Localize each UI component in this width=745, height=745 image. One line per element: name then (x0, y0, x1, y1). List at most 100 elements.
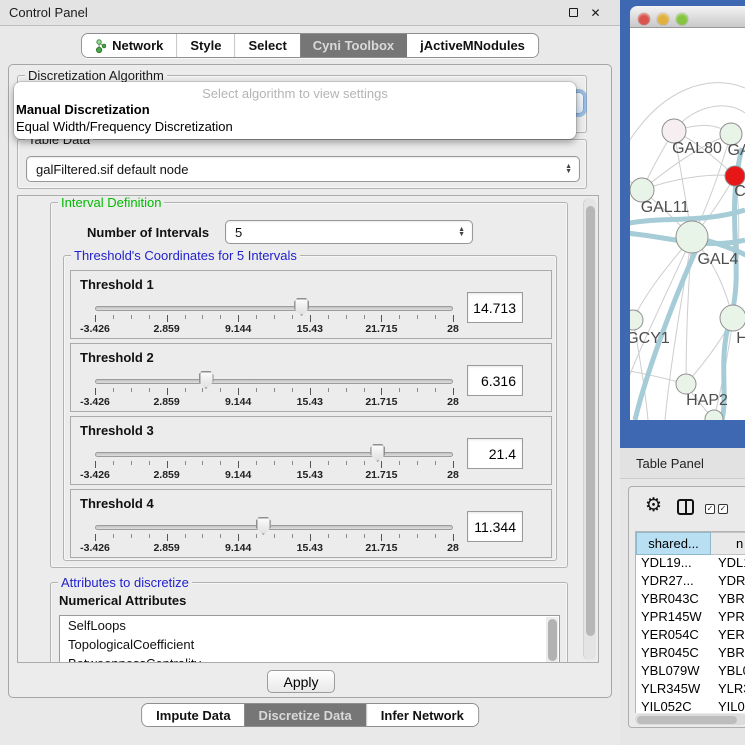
threshold-3-slider-thumb[interactable] (370, 444, 385, 462)
attribute-list-item[interactable]: BetweennessCentrality (60, 654, 559, 663)
tab-network[interactable]: Network (82, 34, 176, 57)
network-node[interactable] (705, 410, 723, 420)
table-row[interactable]: YBR043CYBR0 (636, 591, 745, 609)
network-canvas[interactable]: GAL80GACGAL11GAL4GCY1HHAP2 (630, 28, 745, 420)
cell-name[interactable]: YBR0 (711, 591, 745, 609)
network-node-gcy1[interactable] (630, 310, 643, 330)
settings-vertical-scrollbar[interactable] (583, 198, 596, 660)
cell-name[interactable]: YDR2 (711, 573, 745, 591)
settings-scrollbar-thumb[interactable] (586, 206, 595, 636)
apply-button[interactable]: Apply (267, 670, 335, 693)
tab-discretize-data-label: Discretize Data (259, 708, 352, 723)
attributes-scrollbar[interactable] (546, 617, 558, 663)
numerical-attributes-label: Numerical Attributes (59, 593, 186, 608)
threshold-2-slider-track[interactable] (95, 379, 453, 384)
cell-shared-name[interactable]: YBR045C (636, 645, 711, 663)
cyni-toolbox-panel: Discretization Algorithm Table Data galF… (8, 64, 612, 698)
tab-select[interactable]: Select (234, 34, 299, 57)
network-node-gal4[interactable] (676, 221, 708, 253)
tab-cyni-toolbox-label: Cyni Toolbox (313, 38, 394, 53)
threshold-2-label: Threshold 2 (80, 350, 154, 365)
gear-icon[interactable]: ⚙ (645, 495, 662, 517)
tab-style[interactable]: Style (176, 34, 234, 57)
cell-shared-name[interactable]: YBR043C (636, 591, 711, 609)
minimize-traffic-light[interactable] (657, 13, 669, 25)
slider-ticks (95, 315, 453, 323)
network-node-hap2[interactable] (676, 374, 696, 394)
zoom-traffic-light[interactable] (676, 13, 688, 25)
cell-shared-name[interactable]: YER054C (636, 627, 711, 645)
table-header-row: shared... n (636, 532, 745, 555)
network-edge[interactable] (642, 175, 735, 190)
cell-name[interactable]: YER0 (711, 627, 745, 645)
tab-discretize-data[interactable]: Discretize Data (245, 704, 366, 726)
threshold-1-slider-thumb[interactable] (294, 298, 309, 316)
algorithm-option-manual[interactable]: Manual Discretization (14, 101, 576, 118)
cell-name[interactable]: YPR1 (711, 609, 745, 627)
threshold-3-slider-track[interactable] (95, 452, 453, 457)
tab-cyni-toolbox[interactable]: Cyni Toolbox (300, 34, 407, 57)
slider-tick-labels: -3.4262.8599.14415.4321.71528 (95, 323, 453, 335)
checkbox-icon[interactable]: ✓ (718, 504, 728, 514)
cell-shared-name[interactable]: YBL079W (636, 663, 711, 681)
attributes-scrollbar-thumb[interactable] (548, 619, 557, 661)
column-header-name[interactable]: n (711, 532, 745, 555)
close-icon[interactable]: ✕ (589, 7, 602, 20)
numerical-attributes-list[interactable]: SelfLoopsTopologicalCoefficientBetweenne… (59, 615, 560, 663)
float-window-icon[interactable] (567, 7, 580, 20)
column-header-shared-name[interactable]: shared... (636, 532, 711, 555)
table-horizontal-scrollbar[interactable] (635, 714, 745, 725)
close-traffic-light[interactable] (638, 13, 650, 25)
cell-name[interactable]: YLR3 (711, 681, 745, 699)
threshold-1-slider-track[interactable] (95, 306, 453, 311)
number-of-intervals-combobox[interactable]: 5 ▲▼ (225, 220, 473, 244)
tab-infer-network[interactable]: Infer Network (366, 704, 478, 726)
table-panel-body: ⚙ ✓ ✓ shared... n YDL19...YDL1YDR27...YD… (628, 486, 745, 728)
table-row[interactable]: YIL052CYIL0 (636, 699, 745, 713)
cell-name[interactable]: YDL1 (711, 555, 745, 573)
node-label: HAP2 (686, 392, 728, 409)
table-row[interactable]: YDL19...YDL1 (636, 555, 745, 573)
table-toolbar: ⚙ ✓ ✓ (629, 487, 745, 529)
threshold-4-slider-track[interactable] (95, 525, 453, 530)
cell-name[interactable]: YBR0 (711, 645, 745, 663)
threshold-2-slider-thumb[interactable] (199, 371, 214, 389)
attribute-list-item[interactable]: TopologicalCoefficient (60, 635, 559, 654)
top-tab-bar: Network Style Select Cyni Toolbox jActiv… (81, 33, 539, 58)
cell-shared-name[interactable]: YLR345W (636, 681, 711, 699)
cell-name[interactable]: YIL0 (711, 699, 745, 713)
tab-jactivemnodules[interactable]: jActiveMNodules (407, 34, 538, 57)
table-row[interactable]: YDR27...YDR2 (636, 573, 745, 591)
threshold-4-value-field[interactable]: 11.344 (467, 511, 523, 542)
columns-icon[interactable] (677, 499, 694, 515)
attribute-list-item[interactable]: SelfLoops (60, 616, 559, 635)
float-square (569, 8, 578, 17)
table-row[interactable]: YLR345WYLR3 (636, 681, 745, 699)
table-row[interactable]: YBR045CYBR0 (636, 645, 745, 663)
checkbox-icon[interactable]: ✓ (705, 504, 715, 514)
table-hscrollbar-thumb[interactable] (637, 716, 737, 724)
slider-tick-labels: -3.4262.8599.14415.4321.71528 (95, 469, 453, 481)
cell-shared-name[interactable]: YDR27... (636, 573, 711, 591)
threshold-2-value-field[interactable]: 6.316 (467, 365, 523, 396)
cell-name[interactable]: YBL0 (711, 663, 745, 681)
table-row[interactable]: YPR145WYPR1 (636, 609, 745, 627)
threshold-4-slider-thumb[interactable] (256, 517, 271, 535)
cell-shared-name[interactable]: YDL19... (636, 555, 711, 573)
algorithm-option-equal-width[interactable]: Equal Width/Frequency Discretization (14, 118, 576, 135)
control-panel: Control Panel ✕ Network Style Select Cyn… (0, 0, 620, 745)
cell-shared-name[interactable]: YPR145W (636, 609, 711, 627)
table-row[interactable]: YBL079WYBL0 (636, 663, 745, 681)
threshold-3-value-field[interactable]: 21.4 (467, 438, 523, 469)
tab-impute-data[interactable]: Impute Data (142, 704, 244, 726)
algorithm-dropdown-popup: Select algorithm to view settings Manual… (14, 82, 576, 139)
node-label: GCY1 (630, 330, 670, 347)
network-node-h[interactable] (720, 305, 745, 331)
network-window-titlebar[interactable] (630, 6, 745, 28)
tab-network-label: Network (112, 38, 163, 53)
threshold-1-value-field[interactable]: 14.713 (467, 292, 523, 323)
table-data-combobox[interactable]: galFiltered.sif default node ▲▼ (26, 156, 580, 182)
cell-shared-name[interactable]: YIL052C (636, 699, 711, 713)
table-row[interactable]: YER054CYER0 (636, 627, 745, 645)
tab-impute-data-label: Impute Data (156, 708, 230, 723)
